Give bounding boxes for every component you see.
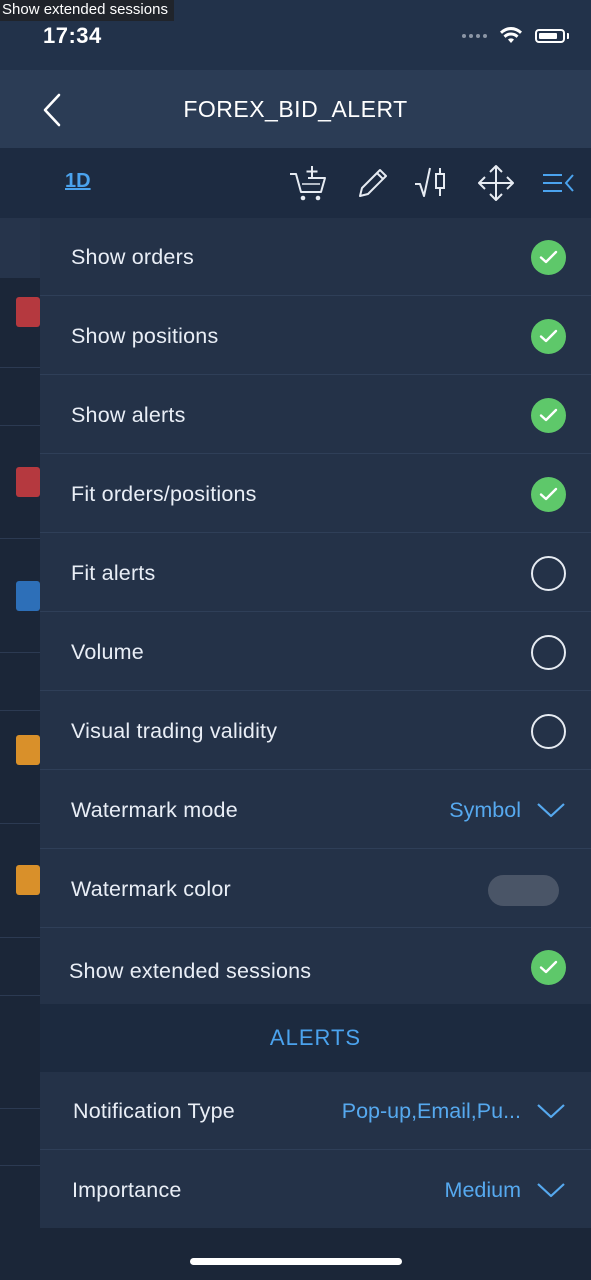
chevron-down-icon[interactable] xyxy=(536,1102,566,1120)
chart-area[interactable] xyxy=(0,218,40,1228)
setting-label: Watermark color xyxy=(71,877,231,901)
chart-gridline xyxy=(0,367,40,368)
cart-add-icon xyxy=(290,166,326,201)
status-time: 17:34 xyxy=(43,23,102,48)
battery-tip xyxy=(567,33,569,39)
setting-label: Fit alerts xyxy=(71,561,156,585)
alert-marker[interactable] xyxy=(16,735,40,765)
setting-show-extended-sessions[interactable]: Show extended sessions xyxy=(40,929,591,1005)
checkbox-checked[interactable] xyxy=(531,319,566,354)
setting-label: Visual trading validity xyxy=(71,719,278,743)
setting-watermark-mode[interactable]: Watermark mode Symbol xyxy=(40,771,591,849)
setting-visual-trading-validity[interactable]: Visual trading validity xyxy=(40,692,591,770)
watermark-mode-value[interactable]: Symbol xyxy=(449,798,521,823)
setting-watermark-color[interactable]: Watermark color xyxy=(40,850,591,928)
status-icons xyxy=(462,27,569,45)
setting-label: Show extended sessions xyxy=(69,959,312,983)
checkbox-unchecked[interactable] xyxy=(531,714,566,749)
chart-gridline xyxy=(0,425,40,426)
setting-volume[interactable]: Volume xyxy=(40,613,591,691)
setting-label: Show alerts xyxy=(71,403,186,427)
checkbox-unchecked[interactable] xyxy=(531,635,566,670)
section-title: ALERTS xyxy=(269,1025,362,1050)
page-title: FOREX_BID_ALERT xyxy=(183,96,408,122)
setting-label: Watermark mode xyxy=(71,798,238,822)
setting-show-positions[interactable]: Show positions xyxy=(40,297,591,375)
timeframe-button[interactable]: 1D xyxy=(65,170,91,193)
setting-label: Notification Type xyxy=(73,1099,235,1123)
tooltip: Show extended sessions xyxy=(0,0,174,21)
wifi-icon xyxy=(500,27,522,43)
order-marker[interactable] xyxy=(16,297,40,327)
chart-gridline xyxy=(0,652,40,653)
indicators-button[interactable] xyxy=(413,164,453,202)
chart-gridline xyxy=(0,937,40,938)
checkbox-unchecked[interactable] xyxy=(531,556,566,591)
chart-gridline xyxy=(0,1108,40,1109)
checkbox-checked[interactable] xyxy=(531,398,566,433)
watermark-color-swatch[interactable] xyxy=(488,875,559,906)
chevron-down-icon[interactable] xyxy=(536,801,566,819)
setting-label: Importance xyxy=(72,1178,182,1202)
order-marker[interactable] xyxy=(16,467,40,497)
bottom-safe-area xyxy=(0,1228,591,1280)
position-marker[interactable] xyxy=(16,581,40,611)
chart-header-strip xyxy=(0,218,40,278)
setting-label: Show orders xyxy=(71,245,194,269)
checkbox-checked[interactable] xyxy=(531,950,566,985)
chart-gridline xyxy=(0,823,40,824)
setting-notification-type[interactable]: Notification Type Pop-up,Email,Pu... xyxy=(40,1072,591,1150)
checkmark-icon xyxy=(539,487,558,501)
cart-add-button[interactable] xyxy=(288,164,328,202)
setting-fit-orders-positions[interactable]: Fit orders/positions xyxy=(40,455,591,533)
chevron-down-icon[interactable] xyxy=(536,1181,566,1199)
alerts-section-header: ALERTS xyxy=(40,1004,591,1072)
nav-bar: FOREX_BID_ALERT xyxy=(0,70,591,148)
checkmark-icon xyxy=(539,250,558,264)
home-indicator[interactable] xyxy=(190,1258,402,1265)
move-button[interactable] xyxy=(476,164,516,202)
move-icon xyxy=(478,165,514,201)
chart-gridline xyxy=(0,538,40,539)
setting-importance[interactable]: Importance Medium xyxy=(40,1151,591,1229)
chart-gridline xyxy=(0,1165,40,1166)
checkmark-icon xyxy=(539,408,558,422)
setting-show-alerts[interactable]: Show alerts xyxy=(40,376,591,454)
setting-label: Show positions xyxy=(71,324,219,348)
pencil-icon xyxy=(359,169,387,197)
signal-icon xyxy=(462,34,487,38)
notification-type-value[interactable]: Pop-up,Email,Pu... xyxy=(342,1099,521,1124)
alert-marker[interactable] xyxy=(16,865,40,895)
checkbox-checked[interactable] xyxy=(531,477,566,512)
setting-show-orders[interactable]: Show orders xyxy=(40,218,591,296)
chart-gridline xyxy=(0,710,40,711)
checkbox-checked[interactable] xyxy=(531,240,566,275)
indicator-icon xyxy=(415,167,445,197)
setting-label: Fit orders/positions xyxy=(71,482,257,506)
chart-gridline xyxy=(0,995,40,996)
settings-menu-button[interactable] xyxy=(540,164,580,202)
importance-value[interactable]: Medium xyxy=(445,1178,521,1203)
checkmark-icon xyxy=(539,329,558,343)
setting-label: Volume xyxy=(71,640,144,664)
battery-icon xyxy=(535,29,565,43)
chart-toolbar: 1D xyxy=(0,148,591,218)
checkmark-icon xyxy=(539,960,558,974)
chart-settings-panel: Show orders Show positions Show alerts F… xyxy=(40,218,591,1228)
menu-collapse-icon xyxy=(543,174,574,192)
setting-fit-alerts[interactable]: Fit alerts xyxy=(40,534,591,612)
draw-button[interactable] xyxy=(352,164,392,202)
